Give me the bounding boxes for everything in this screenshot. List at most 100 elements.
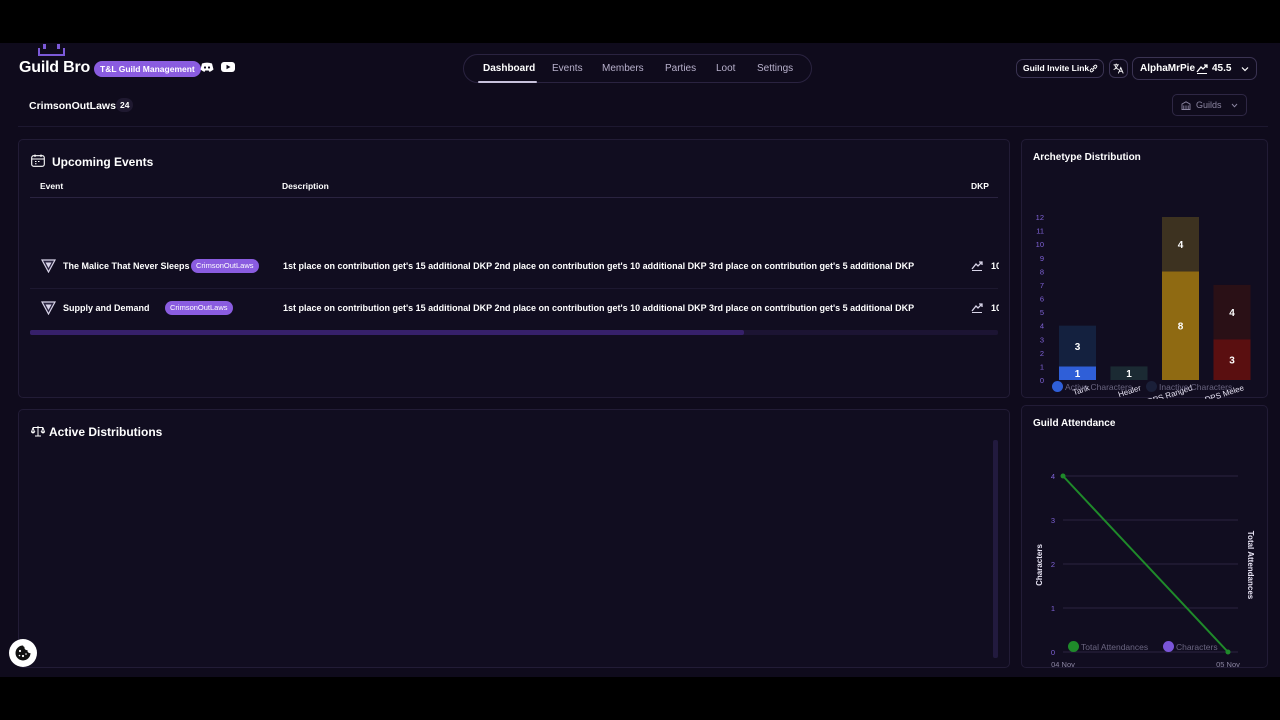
y-tick-label: 3 — [1051, 516, 1055, 525]
dkp-coins-icon — [971, 261, 983, 271]
event-guild-badge: CrimsonOutLaws — [191, 259, 259, 273]
brand-badge: T&L Guild Management — [94, 61, 201, 77]
y-tick-label: 4 — [1051, 472, 1055, 481]
event-dkp: 10 — [991, 261, 999, 271]
user-name: AlphaMrPie — [1140, 63, 1196, 74]
event-name[interactable]: The Malice That Never Sleeps — [63, 261, 190, 271]
guild-member-count: 24 — [116, 98, 134, 112]
y-tick-label: 1 — [1040, 362, 1044, 371]
legend-swatch-total-attendances — [1068, 641, 1079, 652]
language-button[interactable] — [1109, 59, 1128, 78]
y2-axis-label: Total Attendances — [1246, 531, 1255, 600]
y-tick-label: 8 — [1040, 267, 1044, 276]
y-tick-label: 0 — [1040, 376, 1044, 385]
y-tick-label: 10 — [1036, 240, 1044, 249]
nav-tab-settings[interactable]: Settings — [757, 55, 793, 82]
guild-invite-link-button[interactable]: Guild Invite Link — [1016, 59, 1104, 78]
data-point[interactable] — [1225, 649, 1231, 655]
attendance-line-chart: 0 1 2 3 4 04 Nov 05 Nov Characters Total Attenda… — [1035, 472, 1255, 669]
guilds-label: Guilds — [1196, 100, 1222, 110]
column-header-dkp: DKP — [971, 181, 989, 191]
event-dkp: 10 — [991, 303, 999, 313]
event-emblem-icon — [41, 301, 56, 315]
archetype-bar-chart: 012345678910111213Tank1Healer84DPS Range… — [1036, 213, 1251, 399]
vertical-scrollbar[interactable] — [993, 440, 998, 658]
scrollbar-thumb[interactable] — [30, 330, 744, 335]
guilds-dropdown-button[interactable]: Guilds — [1172, 94, 1247, 116]
bar-data-label: 8 — [1178, 322, 1184, 333]
event-guild-badge: CrimsonOutLaws — [165, 301, 233, 315]
invite-label: Guild Invite Link — [1023, 63, 1090, 73]
active-distributions-card: Active Distributions — [18, 409, 1010, 668]
bar-data-label: 4 — [1178, 240, 1184, 251]
building-icon — [1181, 101, 1191, 110]
calendar-icon — [31, 154, 45, 167]
guild-attendance-card: Guild Attendance 0 1 2 3 4 04 Nov 05 Nov Charac… — [1021, 405, 1268, 669]
chevron-down-icon — [1241, 67, 1249, 72]
discord-icon[interactable] — [200, 62, 214, 72]
event-description: 1st place on contribution get's 15 addit… — [283, 261, 915, 271]
translate-icon — [1113, 63, 1124, 74]
brand-title[interactable]: Guild Bro — [19, 59, 90, 77]
data-point[interactable] — [1060, 473, 1066, 479]
user-score: 45.5 — [1212, 63, 1232, 74]
y-tick-label: 3 — [1040, 335, 1044, 344]
bar-data-label: 3 — [1075, 342, 1081, 353]
y-tick-label: 11 — [1036, 227, 1044, 236]
legend-total-attendances[interactable]: Total Attendances — [1081, 642, 1148, 652]
scale-icon — [31, 426, 45, 437]
table-row[interactable]: The Malice That Never Sleeps CrimsonOutL… — [30, 246, 999, 288]
youtube-icon[interactable] — [221, 62, 235, 72]
column-header-description: Description — [282, 181, 329, 191]
current-guild-name: CrimsonOutLaws — [29, 100, 116, 112]
x-tick-label: 05 Nov — [1216, 660, 1240, 669]
chevron-down-icon — [1231, 103, 1238, 108]
y-tick-label: 5 — [1040, 308, 1044, 317]
archetype-distribution-card: Archetype Distribution 0 1 2 3 4 5 6 7 8 9 10 11 12 1… — [1021, 139, 1268, 399]
y-tick-label: 2 — [1040, 349, 1044, 358]
bar-data-label: 1 — [1075, 369, 1081, 380]
y-tick-label: 2 — [1051, 560, 1055, 569]
y-tick-label: 1 — [1051, 604, 1055, 613]
y-axis-label: Characters — [1035, 544, 1044, 586]
y-tick-label: 4 — [1040, 322, 1044, 331]
legend-active-characters[interactable]: Active Characters — [1065, 382, 1132, 392]
y-tick-label: 9 — [1040, 254, 1044, 263]
y-tick-label: 0 — [1051, 648, 1055, 657]
legend-swatch-active — [1052, 381, 1063, 392]
guild-logo-icon — [38, 44, 65, 56]
y-tick-label: 7 — [1040, 281, 1044, 290]
legend-characters[interactable]: Characters — [1176, 642, 1218, 652]
nav-tab-loot[interactable]: Loot — [716, 55, 735, 82]
event-emblem-icon — [41, 259, 56, 273]
y-tick-label: 6 — [1040, 295, 1044, 304]
event-description: 1st place on contribution get's 15 addit… — [283, 303, 915, 313]
upcoming-events-title: Upcoming Events — [52, 155, 154, 169]
x-tick-label: 04 Nov — [1051, 660, 1075, 669]
nav-tab-members[interactable]: Members — [602, 55, 644, 82]
horizontal-scrollbar[interactable] — [30, 330, 998, 335]
cookie-settings-button[interactable] — [9, 639, 37, 667]
column-header-event: Event — [40, 181, 64, 191]
nav-tab-parties[interactable]: Parties — [665, 55, 696, 82]
table-row[interactable]: Supply and Demand CrimsonOutLaws 1st pla… — [30, 288, 999, 330]
active-distributions-title: Active Distributions — [49, 425, 163, 439]
legend-swatch-inactive — [1146, 381, 1157, 392]
nav-tab-events[interactable]: Events — [552, 55, 583, 82]
main-nav: Dashboard Events Members Parties Loot Se… — [463, 54, 812, 83]
event-name[interactable]: Supply and Demand — [63, 303, 150, 313]
upcoming-events-card: Upcoming Events Event Description DKP Th… — [18, 139, 1010, 398]
nav-active-indicator — [478, 81, 537, 83]
header-divider — [18, 126, 1268, 127]
legend-inactive-characters[interactable]: Inactive Characters — [1159, 382, 1232, 392]
app-root: Guild Bro T&L Guild Management Dashboard… — [0, 43, 1280, 677]
y-tick-label: 12 — [1036, 213, 1044, 222]
bar-data-label: 1 — [1126, 369, 1132, 380]
user-menu-button[interactable]: AlphaMrPie 45.5 — [1132, 57, 1257, 80]
dkp-coins-icon — [971, 303, 983, 313]
link-icon — [1089, 64, 1098, 73]
cookie-icon — [15, 645, 31, 661]
nav-tab-dashboard[interactable]: Dashboard — [483, 55, 535, 82]
bar-data-label: 3 — [1229, 356, 1235, 367]
bar-data-label: 4 — [1229, 308, 1235, 319]
